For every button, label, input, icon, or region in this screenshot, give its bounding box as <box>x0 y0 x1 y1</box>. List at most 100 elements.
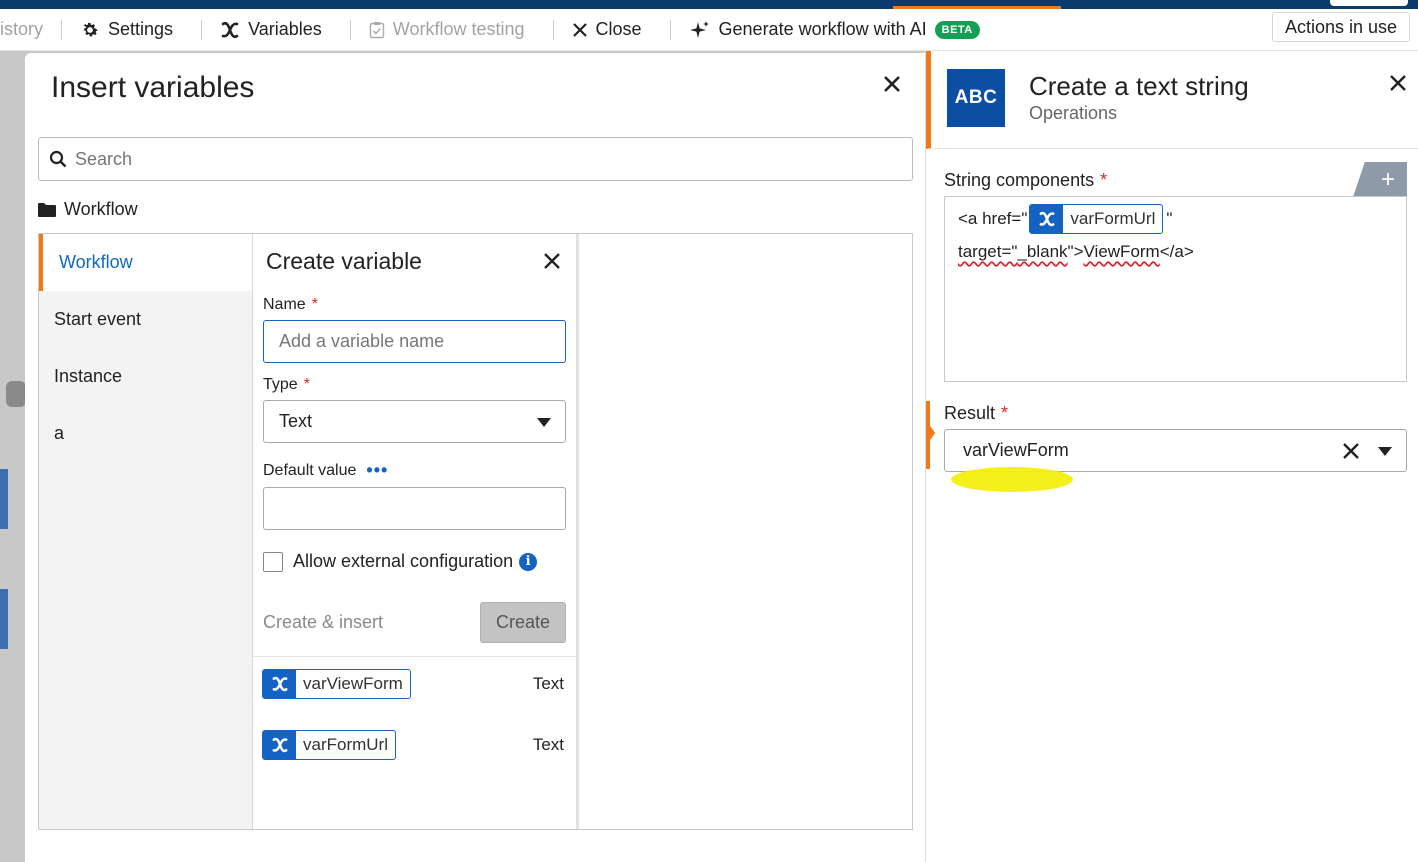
actions-in-use-button[interactable]: Actions in use <box>1271 12 1410 42</box>
required-mark: * <box>1001 403 1009 423</box>
backdrop-shape <box>0 589 8 649</box>
top-strip-tab <box>1330 0 1408 6</box>
top-brand-strip <box>0 0 1418 9</box>
search-icon <box>49 150 67 168</box>
backdrop-shape <box>6 381 26 407</box>
required-mark: * <box>311 296 318 313</box>
beta-badge: BETA <box>934 20 980 39</box>
clear-icon[interactable] <box>1342 442 1360 460</box>
toolbar-close-button[interactable]: Close <box>572 9 642 50</box>
editor-text: target=" <box>958 242 1018 261</box>
action-title: Create a text string <box>1029 71 1249 101</box>
create-variable-panel: Create variable Name * Type * Text Default… <box>252 234 579 829</box>
nav-item-workflow[interactable]: Workflow <box>39 234 252 291</box>
default-value-label-text: Default value <box>263 461 357 479</box>
type-label-text: Type <box>263 376 298 393</box>
gear-icon <box>83 22 98 36</box>
variable-list-item[interactable]: varViewForm Text <box>262 668 568 700</box>
variable-name: varFormUrl <box>303 735 388 754</box>
variable-x-icon <box>1030 205 1064 233</box>
variable-name: varViewForm <box>303 674 403 693</box>
string-components-editor[interactable]: <a href=" varFormUrl " target="_blank">V… <box>944 196 1407 382</box>
action-config-panel: ABC Create a text string Operations Stri… <box>925 51 1418 862</box>
required-mark: * <box>303 376 310 393</box>
toolbar-workflow-testing-button[interactable]: Workflow testing <box>369 9 525 50</box>
chevron-down-icon <box>537 418 551 427</box>
toolbar-generate-ai-button[interactable]: Generate workflow with AI BETA <box>689 9 980 50</box>
sparkle-icon <box>689 20 709 38</box>
text-string-icon: ABC <box>947 69 1005 127</box>
name-label-text: Name <box>263 296 306 313</box>
result-label: Result * <box>944 403 1008 424</box>
insert-variables-dialog: Insert variables Workflow Workflow Start… <box>25 53 925 862</box>
allow-external-label: Allow external configuration <box>293 551 514 571</box>
nav-item-instance[interactable]: Instance <box>39 348 252 405</box>
editor-text: </a> <box>1159 242 1194 261</box>
toolbar-variables-button[interactable]: Variables <box>220 9 322 50</box>
editor-line: <a href=" varFormUrl " <box>958 204 1172 234</box>
editor-text: <a href=" <box>958 209 1028 228</box>
editor-line: target="_blank">ViewForm</a> <box>958 242 1194 262</box>
variable-x-icon <box>263 670 296 698</box>
create-and-insert-button[interactable]: Create & insert <box>263 612 383 633</box>
default-value-field <box>263 487 566 530</box>
type-label: Type * <box>263 376 310 394</box>
editor-text: "> <box>1067 242 1084 261</box>
toolbar-separator <box>552 19 554 40</box>
more-options-icon[interactable]: ••• <box>366 460 388 481</box>
variable-chip[interactable]: varFormUrl <box>262 730 396 760</box>
folder-breadcrumb: Workflow <box>38 199 138 220</box>
required-mark: * <box>1100 170 1108 190</box>
toolbar-separator <box>61 19 63 40</box>
result-value: varViewForm <box>963 440 1069 460</box>
result-select[interactable]: varViewForm <box>944 429 1407 472</box>
default-value-input[interactable] <box>279 498 539 519</box>
history-label: istory <box>0 19 44 39</box>
result-label-text: Result <box>944 403 996 423</box>
close-icon[interactable] <box>881 73 903 95</box>
type-select-value: Text <box>279 411 313 431</box>
toolbar-separator <box>201 19 203 40</box>
search-input[interactable] <box>75 148 875 170</box>
editor-text: " <box>1166 209 1173 228</box>
toolbar-history[interactable]: istory <box>0 9 43 50</box>
variable-name-input[interactable] <box>279 331 539 352</box>
allow-external-checkbox[interactable] <box>263 551 283 572</box>
create-button[interactable]: Create <box>480 602 566 643</box>
variables-label: Variables <box>248 19 322 39</box>
settings-label: Settings <box>108 19 174 39</box>
designer-toolbar: istory Settings Variables Workflow testi… <box>0 9 1418 51</box>
variable-category-nav: Workflow Start event Instance a <box>39 234 252 829</box>
editor-text: ViewForm <box>1083 242 1160 261</box>
variable-list-item[interactable]: varFormUrl Text <box>262 729 568 761</box>
folder-label: Workflow <box>64 199 138 219</box>
type-select[interactable]: Text <box>263 400 566 443</box>
highlighter-annotation <box>951 467 1073 492</box>
toolbar-settings-button[interactable]: Settings <box>80 9 173 50</box>
insert-variable-button[interactable]: + <box>1353 162 1407 197</box>
variable-detail-panel <box>579 234 912 829</box>
variable-search-box <box>38 137 913 181</box>
allow-external-row: Allow external configuration i <box>263 551 538 572</box>
workflow-testing-label: Workflow testing <box>392 19 525 39</box>
icon-text: ABC <box>954 87 998 108</box>
close-icon <box>572 22 587 37</box>
variable-type: Text <box>532 674 564 693</box>
nav-item-start-event[interactable]: Start event <box>39 291 252 348</box>
name-field <box>263 320 566 363</box>
name-label: Name * <box>263 296 318 314</box>
info-icon[interactable]: i <box>519 552 538 571</box>
variable-chip[interactable]: varViewForm <box>262 669 411 699</box>
toolbar-separator <box>669 19 671 40</box>
action-category: Operations <box>1029 103 1118 123</box>
toolbar-separator <box>349 19 351 40</box>
close-icon[interactable] <box>543 252 561 270</box>
nav-item-a[interactable]: a <box>39 405 252 462</box>
action-header: ABC Create a text string Operations <box>926 51 1418 149</box>
close-icon[interactable] <box>1388 73 1408 93</box>
plus-icon: + <box>1380 165 1395 193</box>
create-variable-title: Create variable <box>266 248 422 274</box>
chevron-down-icon[interactable] <box>1378 447 1392 456</box>
variable-type: Text <box>532 735 564 754</box>
variable-chip[interactable]: varFormUrl <box>1029 204 1164 234</box>
